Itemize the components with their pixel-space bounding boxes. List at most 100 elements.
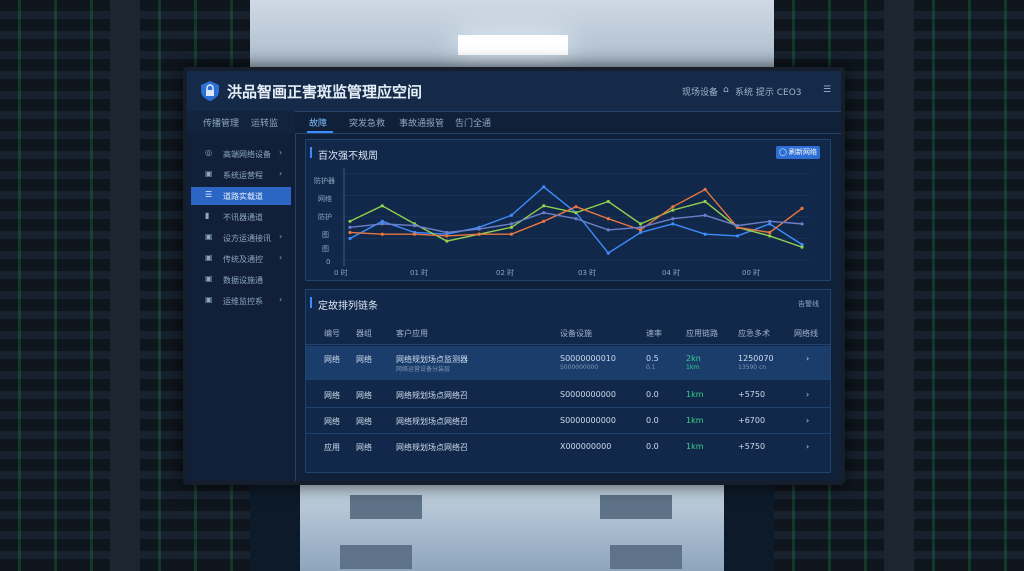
line-chart: [342, 168, 810, 266]
data-point: [477, 232, 481, 236]
lock-icon: ▣: [205, 253, 213, 262]
data-point: [574, 211, 578, 215]
data-point: [509, 232, 514, 236]
data-point: [606, 217, 610, 221]
x-tick-label: 00 时: [742, 269, 761, 277]
data-point: [671, 222, 675, 226]
menu-icon[interactable]: ☰: [823, 85, 831, 95]
refresh-button[interactable]: ◯ 刷新网络: [776, 146, 820, 159]
data-point: [412, 224, 417, 228]
tab-incident[interactable]: 事故通报管: [399, 116, 444, 129]
sidebar-item[interactable]: ◎ 高端网络设备 ›: [191, 145, 291, 163]
chevron-right-icon: ›: [279, 295, 283, 304]
rack-door: [884, 0, 914, 571]
data-point: [735, 224, 740, 228]
data-point: [542, 185, 546, 189]
data-point: [703, 199, 707, 204]
table-panel: 定故排列链条 告警线 编号 器组 客户应用 设备设施 速率 应用链路 应急多术 …: [305, 289, 831, 473]
lock-icon: ▣: [205, 169, 213, 178]
data-point: [477, 227, 481, 231]
data-point: [703, 232, 707, 236]
data-point: [606, 251, 610, 255]
panel-accent: [310, 297, 312, 308]
table-title: 定故排列链条: [318, 301, 378, 312]
table-right-link[interactable]: 告警线: [798, 299, 819, 309]
data-point: [671, 205, 675, 209]
data-point: [348, 219, 352, 223]
data-point: [800, 206, 804, 210]
title-bar: 洪品智画正害斑监管理应空间 现场设备 ⌂ 系统 提示 CEO3 ☰: [187, 71, 841, 112]
tab-gateway[interactable]: 告门全通: [455, 116, 491, 129]
panel-accent: [310, 147, 312, 158]
sidebar-item[interactable]: ▣ 设方运通接讯 ›: [191, 229, 291, 247]
eye-icon: ◎: [205, 148, 212, 157]
data-point: [768, 234, 772, 238]
home-icon[interactable]: ⌂: [723, 85, 729, 95]
data-point: [380, 222, 384, 226]
data-point: [445, 234, 449, 238]
app-title: 洪品智画正害斑监管理应空间: [227, 83, 423, 101]
data-point: [638, 222, 643, 226]
data-point: [638, 225, 643, 229]
chevron-right-icon[interactable]: ›: [806, 442, 809, 451]
y-tick-label: 网络: [318, 195, 332, 203]
chevron-right-icon: ›: [279, 169, 283, 178]
tab-emergency[interactable]: 突发急救: [349, 116, 385, 129]
table-row[interactable]: 网络 网络 网络规划场点网络召 S0000000000 0.0 1km +575…: [306, 382, 830, 406]
y-tick-label: 0: [326, 258, 331, 266]
data-point: [800, 245, 804, 249]
y-tick-label: 防护器: [314, 177, 335, 185]
chart-title: 百次强不规周: [318, 151, 378, 162]
chevron-right-icon: ›: [279, 232, 283, 241]
table-header: 速率: [646, 329, 662, 338]
data-point: [574, 217, 578, 221]
chevron-right-icon: ›: [279, 148, 283, 157]
chevron-right-icon[interactable]: ›: [806, 416, 809, 425]
server-rack-left: [0, 0, 110, 571]
data-point: [735, 234, 740, 238]
sidebar-item[interactable]: ▣ 数据设施通: [191, 271, 291, 289]
data-point: [542, 204, 546, 208]
tab-fault[interactable]: 故障: [309, 116, 327, 129]
status-system[interactable]: 系统 提示 CEO3: [735, 85, 802, 98]
data-point: [542, 219, 546, 223]
data-point: [671, 208, 675, 212]
data-point: [348, 230, 352, 235]
x-tick-label: 02 时: [496, 269, 515, 277]
sidebar-item[interactable]: ▣ 传统及通控 ›: [191, 250, 291, 268]
y-tick-label: 图: [322, 231, 329, 239]
floor: [300, 485, 724, 571]
sidebar-item-active[interactable]: ☰ 道路实载道: [191, 187, 291, 205]
data-point: [445, 239, 449, 243]
nav-left-tab[interactable]: 运转监: [251, 116, 278, 129]
data-point: [606, 228, 610, 232]
data-point: [703, 213, 707, 217]
sidebar-item[interactable]: ▣ 运维监控系 ›: [191, 292, 291, 310]
data-point: [509, 222, 514, 226]
table-header: 编号: [324, 329, 340, 338]
x-tick-label: 0 时: [334, 269, 348, 277]
sidebar-item[interactable]: ▮ 不讯器通道: [191, 208, 291, 226]
data-point: [380, 204, 384, 208]
table-row-selected[interactable]: 网络 网络 网络规划场点监测器 S0000000010 0.5 2kn 1250…: [306, 346, 830, 380]
shield-lock-icon: [201, 81, 219, 101]
chevron-right-icon[interactable]: ›: [806, 354, 809, 363]
chevron-right-icon[interactable]: ›: [806, 390, 809, 399]
sidebar: ◎ 高端网络设备 › ▣ 系统运营程 › ☰ 道路实载道 ▮ 不讯器通道 ▣ 设…: [187, 133, 296, 481]
data-point: [606, 199, 610, 204]
sidebar-item[interactable]: ▣ 系统运营程 ›: [191, 166, 291, 184]
data-point: [768, 219, 772, 223]
pin-icon: ▮: [205, 211, 210, 220]
table-row[interactable]: 应用 网络 网络规划场点网络召 X000000000 0.0 1km +5750…: [306, 434, 830, 458]
data-point: [542, 211, 546, 215]
nav-left-tab[interactable]: 传播管理: [203, 116, 239, 129]
ceiling-light: [458, 35, 568, 55]
data-point: [445, 230, 449, 235]
data-point: [348, 225, 352, 229]
divider: [306, 344, 830, 345]
table-row[interactable]: 网络 网络 网络规划场点网络召 S0000000000 0.0 1km +670…: [306, 408, 830, 432]
lock-icon: ▣: [205, 274, 213, 283]
status-device[interactable]: 现场设备: [682, 85, 718, 98]
table-header: 应用链路: [686, 329, 718, 338]
data-point: [509, 213, 514, 217]
